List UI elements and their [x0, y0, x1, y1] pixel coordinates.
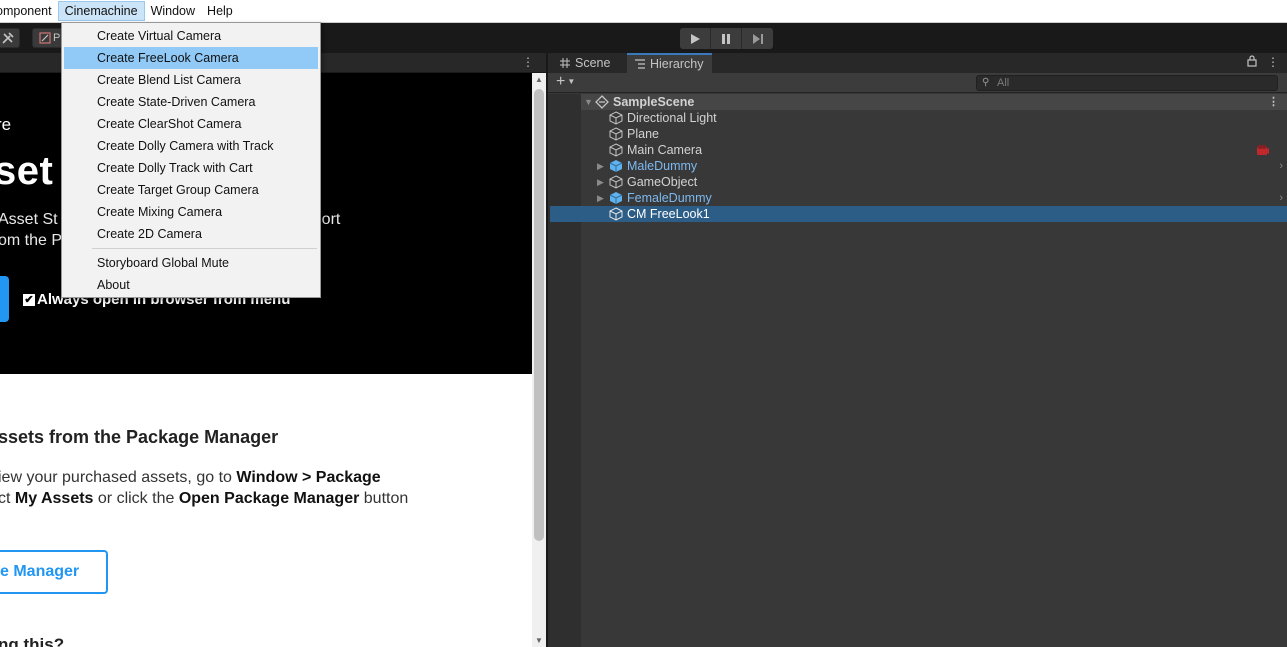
- gameobject-cube-icon: [609, 143, 623, 157]
- kebab-menu-icon[interactable]: ⋮: [522, 55, 534, 69]
- play-button[interactable]: [680, 28, 711, 49]
- menu-bar: omponent Cinemachine Window Help: [0, 0, 1287, 23]
- prefab-cube-icon: [609, 160, 623, 172]
- lock-icon[interactable]: [1247, 55, 1257, 67]
- body-bold-text: Open Package Manager: [178, 490, 360, 507]
- scroll-up-icon[interactable]: ▲: [535, 75, 543, 84]
- hierarchy-search-input[interactable]: ⚲ All: [976, 75, 1278, 91]
- chevron-right-icon[interactable]: ›: [1279, 158, 1283, 174]
- menu-item-create-target-group-camera[interactable]: Create Target Group Camera: [64, 179, 318, 201]
- open-in-browser-button[interactable]: [0, 276, 9, 322]
- item-label: CM FreeLook1: [627, 207, 710, 221]
- scene-name: SampleScene: [613, 95, 695, 109]
- cinemachine-brain-icon: [1257, 144, 1269, 155]
- hierarchy-item-femaledummy[interactable]: ▶ FemaleDummy ›: [581, 190, 1287, 206]
- step-button[interactable]: [742, 28, 773, 49]
- kebab-menu-icon[interactable]: ⋮: [1267, 55, 1279, 69]
- dropdown-arrow-icon: ▼: [567, 77, 576, 86]
- expand-arrow-icon[interactable]: ▶: [597, 158, 604, 174]
- body-bold-text: My Assets: [14, 490, 94, 507]
- body-text: or click the: [93, 490, 179, 507]
- expand-arrow-icon[interactable]: ▶: [597, 190, 604, 206]
- gameobject-cube-icon: [609, 175, 623, 189]
- hierarchy-item-maledummy[interactable]: ▶ MaleDummy ›: [581, 158, 1287, 174]
- menu-item-create-freelook-camera[interactable]: Create FreeLook Camera: [64, 47, 318, 69]
- tool-label: P: [53, 32, 61, 44]
- body-text: ct: [0, 490, 11, 507]
- hierarchy-item-plane[interactable]: Plane: [581, 126, 1287, 142]
- pause-icon: [722, 33, 730, 44]
- hierarchy-item-main-camera[interactable]: Main Camera: [581, 142, 1287, 158]
- hierarchy-item-cm-freelook1[interactable]: CM FreeLook1: [550, 206, 1287, 222]
- expand-arrow-icon[interactable]: ▼: [584, 94, 593, 110]
- menu-item-storyboard-global-mute[interactable]: Storyboard Global Mute: [64, 252, 318, 274]
- menu-item-create-blend-list-camera[interactable]: Create Blend List Camera: [64, 69, 318, 91]
- gameobject-cube-icon: [609, 111, 623, 125]
- menu-item-create-clearshot-camera[interactable]: Create ClearShot Camera: [64, 113, 318, 135]
- body-text: iew your purchased assets, go to: [0, 469, 237, 486]
- hierarchy-gutter: [548, 94, 581, 647]
- unity-scene-icon: [595, 95, 609, 109]
- gameobject-cube-icon: [609, 207, 623, 221]
- body-bold-text: Window > Package: [236, 469, 381, 486]
- checkbox-check-icon: ✔: [23, 293, 35, 306]
- tab-hierarchy[interactable]: Hierarchy: [627, 53, 712, 73]
- search-placeholder: All: [997, 77, 1010, 89]
- hierarchy-item-gameobject[interactable]: ▶ GameObject: [581, 174, 1287, 190]
- menu-window[interactable]: Window: [145, 1, 201, 21]
- open-package-manager-button[interactable]: e Manager: [0, 550, 108, 594]
- expand-arrow-icon[interactable]: ▶: [597, 174, 604, 190]
- menu-item-create-state-driven-camera[interactable]: Create State-Driven Camera: [64, 91, 318, 113]
- footer-heading: ng this?: [0, 635, 65, 647]
- chevron-right-icon[interactable]: ›: [1279, 190, 1283, 206]
- menu-item-create-dolly-track-with-cart[interactable]: Create Dolly Track with Cart: [64, 157, 318, 179]
- menu-separator: [92, 248, 317, 249]
- tab-hierarchy-label: Hierarchy: [650, 57, 704, 71]
- item-label: MaleDummy: [627, 159, 698, 173]
- menu-item-about[interactable]: About: [64, 274, 318, 296]
- tools-icon: [2, 32, 14, 44]
- menu-help[interactable]: Help: [201, 1, 239, 21]
- hierarchy-window: Scene Hierarchy ⋮ + ▼ ⚲ All ▼ SampleScene…: [546, 53, 1287, 647]
- scene-row[interactable]: ▼ SampleScene ⋮: [581, 94, 1287, 110]
- menu-item-create-mixing-camera[interactable]: Create Mixing Camera: [64, 201, 318, 223]
- section-body: iew your purchased assets, go to Window …: [0, 467, 408, 509]
- menu-cinemachine[interactable]: Cinemachine: [57, 1, 145, 21]
- prefab-cube-icon: [609, 192, 623, 204]
- item-label: Plane: [627, 127, 659, 141]
- tab-scene[interactable]: Scene: [552, 53, 618, 73]
- hierarchy-item-directional-light[interactable]: Directional Light: [581, 110, 1287, 126]
- section-title: ssets from the Package Manager: [0, 427, 279, 447]
- cinemachine-dropdown-menu: Create Virtual Camera Create FreeLook Ca…: [61, 22, 321, 298]
- scroll-down-icon[interactable]: ▼: [535, 636, 543, 645]
- edit-icon: [39, 32, 51, 44]
- vertical-scrollbar[interactable]: ▲ ▼: [532, 73, 546, 647]
- menu-item-create-virtual-camera[interactable]: Create Virtual Camera: [64, 25, 318, 47]
- grid-icon: [560, 58, 570, 68]
- pause-button[interactable]: [711, 28, 742, 49]
- menu-component[interactable]: omponent: [0, 1, 58, 21]
- gameobject-cube-icon: [609, 127, 623, 141]
- play-controls: [680, 28, 773, 49]
- right-tabbar: Scene Hierarchy ⋮: [548, 53, 1287, 73]
- hierarchy-toolbar: + ▼ ⚲ All: [548, 73, 1287, 93]
- play-icon: [691, 33, 700, 44]
- item-label: GameObject: [627, 175, 698, 189]
- item-label: Directional Light: [627, 111, 717, 125]
- search-icon: ⚲: [982, 77, 990, 88]
- list-icon: [635, 59, 645, 69]
- item-label: FemaleDummy: [627, 191, 712, 205]
- item-label: Main Camera: [627, 143, 703, 157]
- hero-subtitle: re: [0, 115, 12, 134]
- step-icon: [752, 33, 763, 44]
- scrollbar-thumb[interactable]: [534, 89, 544, 541]
- tab-scene-label: Scene: [575, 56, 611, 70]
- menu-item-create-2d-camera[interactable]: Create 2D Camera: [64, 223, 318, 245]
- menu-item-create-dolly-camera-with-track[interactable]: Create Dolly Camera with Track: [64, 135, 318, 157]
- tools-button[interactable]: [0, 28, 20, 48]
- body-text: button: [359, 490, 409, 507]
- add-object-button[interactable]: + ▼: [556, 73, 575, 91]
- scene-menu-icon[interactable]: ⋮: [1268, 94, 1279, 110]
